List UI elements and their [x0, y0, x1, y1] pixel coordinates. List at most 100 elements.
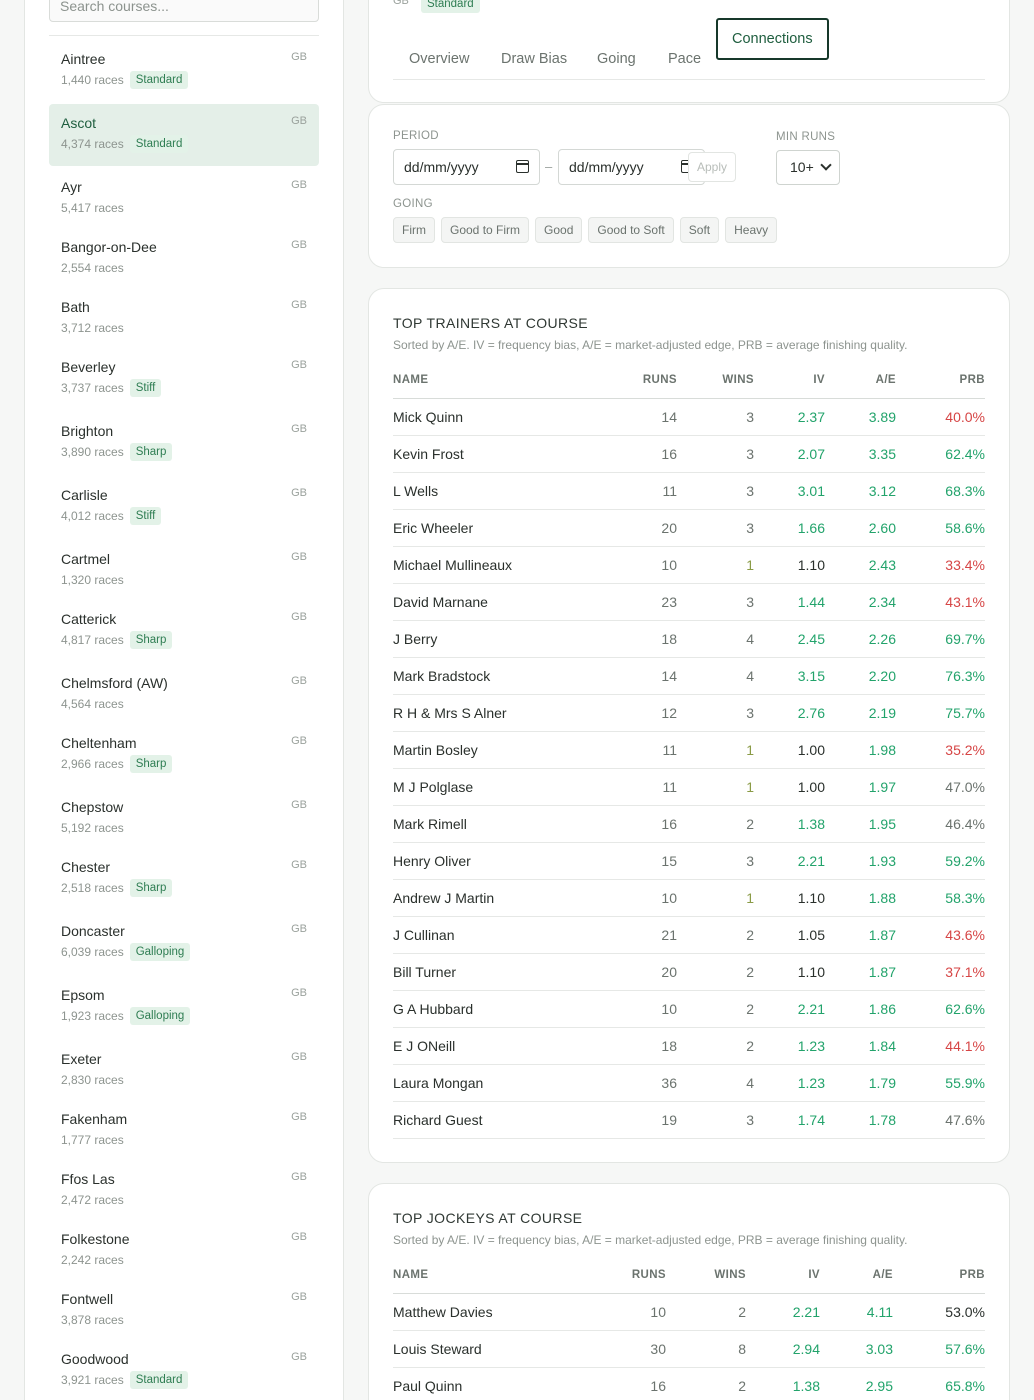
table-row[interactable]: David Marnane 23 3 1.44 2.34 43.1% — [393, 583, 985, 621]
course-item[interactable]: Cheltenham GB 2,966 races Sharp — [49, 724, 319, 788]
apply-button[interactable]: Apply — [688, 152, 736, 182]
tab-overview[interactable]: Overview — [409, 38, 469, 80]
column-header[interactable]: A/E — [820, 1257, 893, 1294]
course-item[interactable]: Carlisle GB 4,012 races Stiff — [49, 476, 319, 540]
course-item[interactable]: Ascot GB 4,374 races Standard — [49, 104, 319, 166]
course-item[interactable]: Chepstow GB 5,192 races — [49, 788, 319, 848]
column-header[interactable]: WINS — [677, 362, 754, 399]
row-name[interactable]: Paul Quinn — [393, 1367, 593, 1400]
going-chip[interactable]: Good to Soft — [588, 217, 674, 243]
course-item[interactable]: Cartmel GB 1,320 races — [49, 540, 319, 600]
course-item[interactable]: Folkestone GB 2,242 races — [49, 1220, 319, 1280]
table-row[interactable]: Richard Guest 19 3 1.74 1.78 47.6% — [393, 1101, 985, 1139]
course-item[interactable]: Ffos Las GB 2,472 races — [49, 1160, 319, 1220]
row-name[interactable]: Henry Oliver — [393, 842, 593, 880]
table-row[interactable]: R H & Mrs S Alner 12 3 2.76 2.19 75.7% — [393, 694, 985, 732]
table-row[interactable]: Martin Bosley 11 1 1.00 1.98 35.2% — [393, 731, 985, 769]
course-item[interactable]: Doncaster GB 6,039 races Galloping — [49, 912, 319, 976]
table-row[interactable]: Laura Mongan 36 4 1.23 1.79 55.9% — [393, 1064, 985, 1102]
column-header[interactable]: NAME — [393, 362, 593, 399]
course-item[interactable]: Ayr GB 5,417 races — [49, 168, 319, 228]
course-country: GB — [291, 51, 307, 63]
course-item[interactable]: Bath GB 3,712 races — [49, 288, 319, 348]
course-item[interactable]: Exeter GB 2,830 races — [49, 1040, 319, 1100]
column-header[interactable]: PRB — [896, 362, 985, 399]
column-header[interactable]: IV — [754, 362, 825, 399]
date-to-input[interactable]: dd/mm/yyyy — [558, 149, 705, 185]
table-row[interactable]: M J Polglase 11 1 1.00 1.97 47.0% — [393, 768, 985, 806]
row-name[interactable]: Mick Quinn — [393, 398, 593, 436]
row-name[interactable]: Louis Steward — [393, 1330, 593, 1368]
table-row[interactable]: Mark Bradstock 14 4 3.15 2.20 76.3% — [393, 657, 985, 695]
table-row[interactable]: Andrew J Martin 10 1 1.10 1.88 58.3% — [393, 879, 985, 917]
row-name[interactable]: L Wells — [393, 472, 593, 510]
row-name[interactable]: Laura Mongan — [393, 1064, 593, 1102]
going-chip[interactable]: Good — [535, 217, 583, 243]
course-item[interactable]: Epsom GB 1,923 races Galloping — [49, 976, 319, 1040]
row-name[interactable]: Kevin Frost — [393, 435, 593, 473]
table-row[interactable]: J Cullinan 21 2 1.05 1.87 43.6% — [393, 916, 985, 954]
row-name[interactable]: Martin Bosley — [393, 731, 593, 769]
table-row[interactable]: Henry Oliver 15 3 2.21 1.93 59.2% — [393, 842, 985, 880]
course-item[interactable]: Brighton GB 3,890 races Sharp — [49, 412, 319, 476]
row-name[interactable]: E J ONeill — [393, 1027, 593, 1065]
course-item[interactable]: Bangor-on-Dee GB 2,554 races — [49, 228, 319, 288]
going-chip[interactable]: Good to Firm — [441, 217, 530, 243]
going-chip[interactable]: Heavy — [725, 217, 778, 243]
column-header[interactable]: IV — [746, 1257, 820, 1294]
table-row[interactable]: Paul Quinn 16 2 1.38 2.95 65.8% — [393, 1367, 985, 1400]
table-row[interactable]: E J ONeill 18 2 1.23 1.84 44.1% — [393, 1027, 985, 1065]
table-row[interactable]: G A Hubbard 10 2 2.21 1.86 62.6% — [393, 990, 985, 1028]
row-name[interactable]: Mark Bradstock — [393, 657, 593, 695]
course-tag-badge: Standard — [421, 0, 480, 13]
column-header[interactable]: RUNS — [593, 362, 677, 399]
row-name[interactable]: David Marnane — [393, 583, 593, 621]
row-name[interactable]: Richard Guest — [393, 1101, 593, 1139]
course-item[interactable]: Chelmsford (AW) GB 4,564 races — [49, 664, 319, 724]
row-name[interactable]: M J Polglase — [393, 768, 593, 806]
column-header[interactable]: RUNS — [593, 1257, 666, 1294]
table-row[interactable]: Louis Steward 30 8 2.94 3.03 57.6% — [393, 1330, 985, 1368]
table-row[interactable]: Eric Wheeler 20 3 1.66 2.60 58.6% — [393, 509, 985, 547]
course-item[interactable]: Chester GB 2,518 races Sharp — [49, 848, 319, 912]
row-name[interactable]: Mark Rimell — [393, 805, 593, 843]
table-row[interactable]: Mark Rimell 16 2 1.38 1.95 46.4% — [393, 805, 985, 843]
course-item[interactable]: Fontwell GB 3,878 races — [49, 1280, 319, 1340]
course-item[interactable]: Aintree GB 1,440 races Standard — [49, 40, 319, 104]
row-name[interactable]: Andrew J Martin — [393, 879, 593, 917]
row-name[interactable]: Bill Turner — [393, 953, 593, 991]
tab-going[interactable]: Going — [597, 38, 636, 80]
table-row[interactable]: J Berry 18 4 2.45 2.26 69.7% — [393, 620, 985, 658]
table-row[interactable]: Mick Quinn 14 3 2.37 3.89 40.0% — [393, 398, 985, 436]
column-header[interactable]: WINS — [666, 1257, 746, 1294]
row-iv: 1.10 — [754, 953, 825, 991]
course-country: GB — [291, 487, 307, 499]
row-name[interactable]: Matthew Davies — [393, 1293, 593, 1331]
course-item[interactable]: Fakenham GB 1,777 races — [49, 1100, 319, 1160]
column-header[interactable]: A/E — [825, 362, 896, 399]
row-name[interactable]: Michael Mullineaux — [393, 546, 593, 584]
row-name[interactable]: G A Hubbard — [393, 990, 593, 1028]
table-row[interactable]: Matthew Davies 10 2 2.21 4.11 53.0% — [393, 1293, 985, 1331]
row-name[interactable]: J Cullinan — [393, 916, 593, 954]
table-row[interactable]: Michael Mullineaux 10 1 1.10 2.43 33.4% — [393, 546, 985, 584]
going-chip[interactable]: Firm — [393, 217, 435, 243]
tab-pace[interactable]: Pace — [668, 38, 701, 80]
column-header[interactable]: NAME — [393, 1257, 593, 1294]
tab-connections[interactable]: Connections — [716, 18, 829, 60]
course-item[interactable]: Goodwood GB 3,921 races Standard — [49, 1340, 319, 1400]
going-chip[interactable]: Soft — [679, 217, 720, 243]
table-row[interactable]: Kevin Frost 16 3 2.07 3.35 62.4% — [393, 435, 985, 473]
column-header[interactable]: PRB — [893, 1257, 985, 1294]
tab-draw-bias[interactable]: Draw Bias — [501, 38, 567, 80]
course-item[interactable]: Beverley GB 3,737 races Stiff — [49, 348, 319, 412]
course-item[interactable]: Catterick GB 4,817 races Sharp — [49, 600, 319, 664]
row-name[interactable]: Eric Wheeler — [393, 509, 593, 547]
table-row[interactable]: Bill Turner 20 2 1.10 1.87 37.1% — [393, 953, 985, 991]
row-name[interactable]: J Berry — [393, 620, 593, 658]
row-name[interactable]: R H & Mrs S Alner — [393, 694, 593, 732]
date-from-input[interactable]: dd/mm/yyyy — [393, 149, 540, 185]
table-row[interactable]: L Wells 11 3 3.01 3.12 68.3% — [393, 472, 985, 510]
min-runs-select[interactable]: 10+ — [776, 150, 840, 185]
search-input[interactable]: Search courses... — [49, 0, 319, 22]
